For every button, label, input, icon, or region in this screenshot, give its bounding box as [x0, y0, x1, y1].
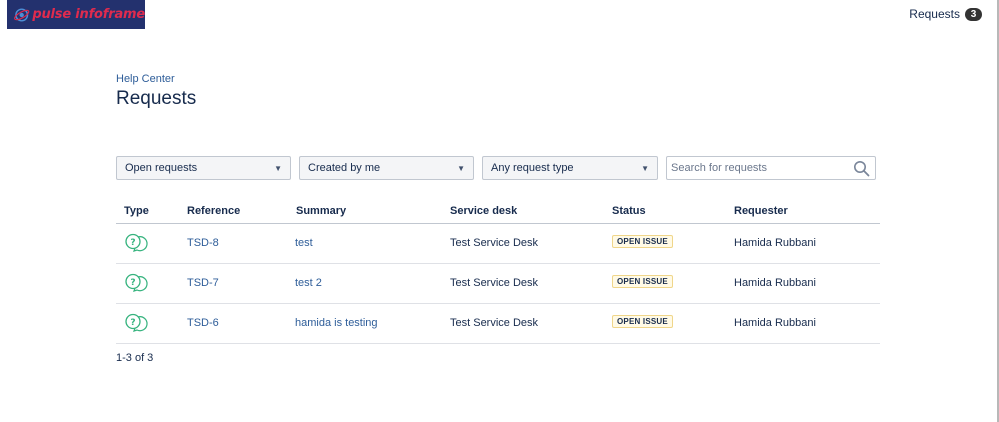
search-input[interactable] [667, 158, 847, 178]
summary-link[interactable]: test [295, 237, 313, 249]
service-desk-cell: Test Service Desk [450, 317, 539, 329]
type-cell: ? [124, 273, 148, 296]
type-cell: ? [124, 313, 148, 336]
globe-logo-icon [14, 7, 30, 22]
svg-text:?: ? [130, 238, 135, 248]
reference-link[interactable]: TSD-8 [187, 237, 219, 249]
column-header-summary: Summary [296, 205, 347, 217]
pagination-summary: 1-3 of 3 [116, 352, 154, 364]
requester-cell: Hamida Rubbani [734, 237, 816, 249]
status-lozenge: OPEN ISSUE [612, 275, 673, 288]
table-row[interactable]: ? TSD-6 hamida is testing Test Service D… [116, 304, 880, 344]
chevron-down-icon: ▼ [641, 163, 649, 173]
requests-table: Type Reference Summary Service desk Stat… [116, 200, 880, 344]
question-bubble-icon: ? [125, 313, 148, 332]
column-header-type: Type [124, 205, 149, 217]
status-filter-value: Open requests [125, 162, 198, 174]
page-title: Requests [116, 88, 197, 109]
requests-count-badge: 3 [965, 7, 982, 21]
status-cell: OPEN ISSUE [612, 315, 673, 328]
requester-cell: Hamida Rubbani [734, 277, 816, 289]
svg-text:?: ? [130, 278, 135, 288]
status-lozenge: OPEN ISSUE [612, 315, 673, 328]
top-requests-link[interactable]: Requests 3 [909, 7, 982, 21]
table-row[interactable]: ? TSD-8 test Test Service Desk OPEN ISSU… [116, 224, 880, 264]
logo[interactable]: pulse infoframe [7, 0, 145, 29]
service-desk-cell: Test Service Desk [450, 237, 539, 249]
requester-cell: Hamida Rubbani [734, 317, 816, 329]
chevron-down-icon: ▼ [457, 163, 465, 173]
question-bubble-icon: ? [125, 233, 148, 252]
chevron-down-icon: ▼ [274, 163, 282, 173]
status-cell: OPEN ISSUE [612, 235, 673, 248]
reference-link[interactable]: TSD-6 [187, 317, 219, 329]
creator-filter-value: Created by me [308, 162, 381, 174]
search-box [666, 156, 876, 180]
top-requests-label: Requests [909, 7, 960, 21]
summary-link[interactable]: test 2 [295, 277, 322, 289]
request-type-filter-dropdown[interactable]: Any request type ▼ [482, 156, 658, 180]
breadcrumb-help-center[interactable]: Help Center [116, 73, 175, 85]
creator-filter-dropdown[interactable]: Created by me ▼ [299, 156, 474, 180]
logo-text: pulse infoframe [32, 7, 145, 22]
status-filter-dropdown[interactable]: Open requests ▼ [116, 156, 291, 180]
status-lozenge: OPEN ISSUE [612, 235, 673, 248]
search-icon[interactable] [853, 160, 870, 177]
question-bubble-icon: ? [125, 273, 148, 292]
column-header-requester: Requester [734, 205, 788, 217]
request-type-filter-value: Any request type [491, 162, 574, 174]
service-desk-cell: Test Service Desk [450, 277, 539, 289]
column-header-status: Status [612, 205, 646, 217]
summary-link[interactable]: hamida is testing [295, 317, 378, 329]
column-header-service-desk: Service desk [450, 205, 518, 217]
table-row[interactable]: ? TSD-7 test 2 Test Service Desk OPEN IS… [116, 264, 880, 304]
svg-text:?: ? [130, 318, 135, 328]
column-header-reference: Reference [187, 205, 241, 217]
table-header: Type Reference Summary Service desk Stat… [116, 200, 880, 224]
type-cell: ? [124, 233, 148, 256]
status-cell: OPEN ISSUE [612, 275, 673, 288]
reference-link[interactable]: TSD-7 [187, 277, 219, 289]
